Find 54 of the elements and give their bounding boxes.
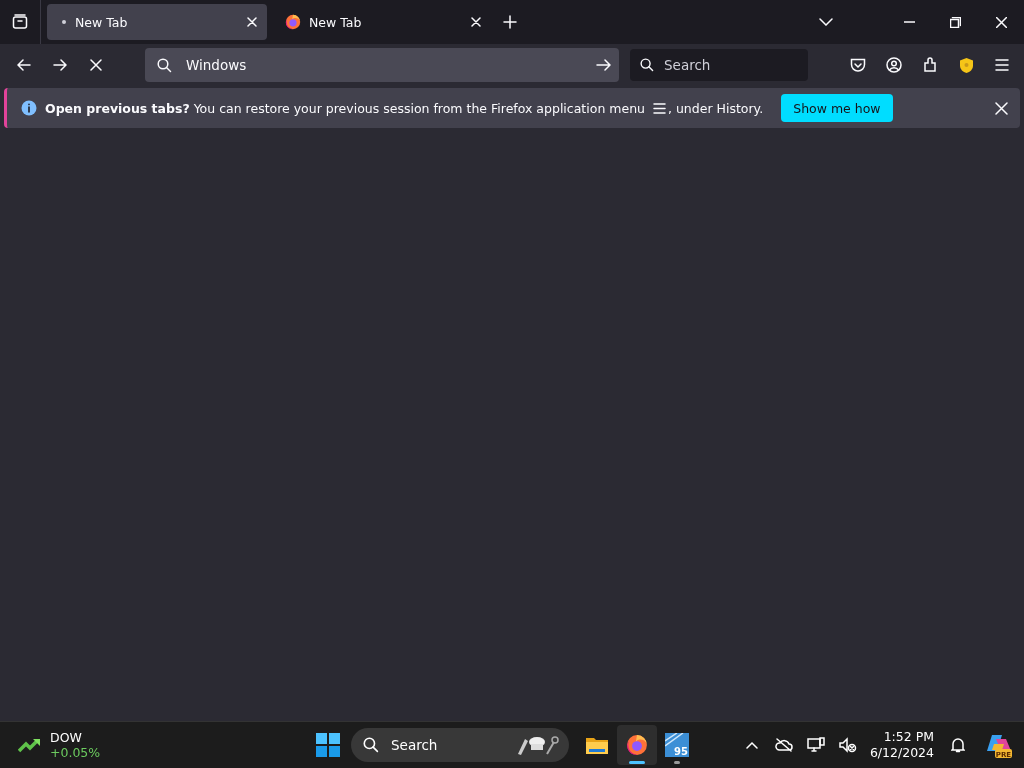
puzzle-icon[interactable] (922, 57, 938, 73)
search-icon (363, 737, 379, 753)
pocket-icon[interactable] (850, 57, 866, 73)
taskbar-app[interactable] (617, 725, 657, 765)
loading-dot-icon (61, 19, 67, 25)
stock-arrow-icon (18, 737, 42, 753)
notification-message: , under History. (668, 100, 764, 116)
windows-logo-icon (316, 733, 340, 757)
taskbar-search-field[interactable]: Search (351, 728, 569, 762)
close-icon[interactable] (995, 16, 1007, 28)
speaker-muted-icon[interactable] (838, 737, 857, 753)
arrow-right-icon[interactable] (596, 59, 611, 71)
search-input[interactable]: Search (662, 56, 798, 74)
address-bar[interactable]: Windows (145, 48, 619, 82)
search-input[interactable]: Search (389, 736, 505, 754)
shield-icon[interactable] (958, 56, 974, 74)
menu-icon (653, 102, 666, 114)
account-icon[interactable] (886, 57, 902, 73)
show-me-how-button[interactable]: Show me how (781, 94, 893, 122)
chevron-down-icon[interactable] (819, 18, 833, 26)
url-input[interactable]: Windows (186, 57, 582, 73)
clock-time[interactable]: 1:52 PM (883, 729, 934, 745)
clock-date[interactable]: 6/12/2024 (869, 745, 934, 761)
cooking-utensils-drawing (515, 734, 559, 756)
menu-icon[interactable] (995, 59, 1009, 71)
bell-icon[interactable] (951, 737, 965, 753)
browser-tab[interactable]: New Tab (271, 4, 491, 40)
cloud-off-icon[interactable] (774, 738, 793, 752)
plus-icon[interactable] (503, 15, 517, 29)
folder-icon (585, 735, 609, 755)
notification-message: Open previous tabs? You can restore your previous session from the Firefox application menu (45, 100, 645, 116)
close-icon[interactable] (995, 101, 1008, 115)
back-arrow-icon[interactable] (17, 59, 31, 71)
minimize-icon[interactable] (903, 21, 915, 23)
close-icon[interactable] (247, 17, 257, 27)
search-icon (157, 57, 172, 73)
ticker-change: +0.05% (50, 745, 101, 760)
forward-arrow-icon[interactable] (53, 59, 67, 71)
tab-title: New Tab (75, 14, 129, 30)
info-icon (21, 100, 37, 116)
browser-tab[interactable]: New Tab (47, 4, 267, 40)
version-label: 95 (674, 746, 688, 757)
search-icon (640, 58, 654, 72)
tab-list-icon[interactable] (12, 14, 28, 30)
ticker-name: DOW (50, 730, 83, 745)
firefox-icon (626, 734, 648, 756)
search-field[interactable]: Search (630, 49, 808, 81)
restore-icon[interactable] (949, 16, 961, 28)
close-icon[interactable] (471, 17, 481, 27)
tab-title: New Tab (309, 14, 363, 30)
stop-icon[interactable] (90, 59, 102, 71)
chevron-up-icon[interactable] (745, 741, 758, 749)
network-icon[interactable] (806, 737, 825, 753)
firefox-icon (285, 14, 301, 30)
